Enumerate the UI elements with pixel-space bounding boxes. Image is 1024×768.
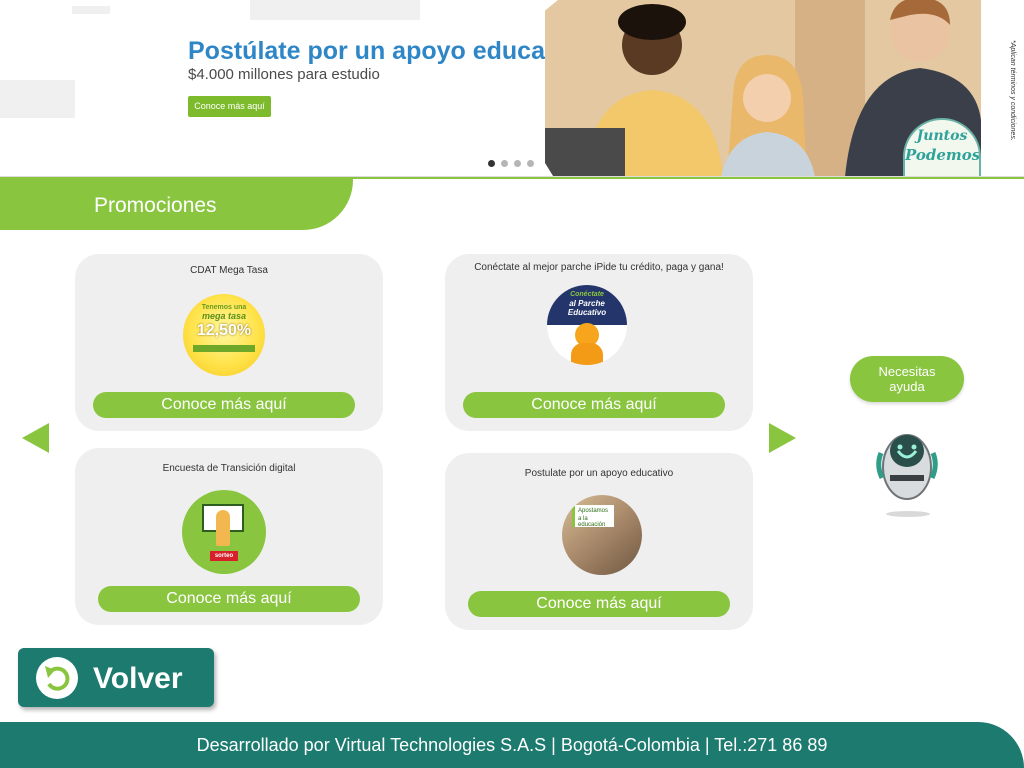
image-text: Educativo <box>567 308 607 317</box>
banner-title: Postúlate por un apoyo educativo <box>188 37 590 65</box>
person-figure <box>216 510 230 546</box>
logo-text-line2: Podemos <box>905 146 981 164</box>
terms-note: *Aplican términos y condiciones. <box>1009 40 1016 141</box>
carousel-indicators <box>488 160 534 167</box>
promo-card-image[interactable]: Conéctate al Parche Educativo <box>547 285 627 365</box>
image-badge: sorteo <box>210 551 238 561</box>
back-button[interactable]: Volver <box>18 648 214 707</box>
banner-cta-button[interactable]: Conoce más aquí <box>188 96 271 117</box>
robot-assistant-icon[interactable] <box>876 423 938 503</box>
image-text: al Parche <box>569 299 605 308</box>
mascot-body <box>571 343 603 365</box>
promo-card-button[interactable]: Conoce más aquí <box>463 392 725 418</box>
promo-card-button[interactable]: Conoce más aquí <box>98 586 360 612</box>
image-text: a la educación <box>578 516 606 528</box>
help-label-line2: ayuda <box>889 379 925 394</box>
image-rate: 12,50% <box>196 322 252 339</box>
banner-subtitle: $4.000 millones para estudio <box>188 66 380 83</box>
kiosk-screen: Postúlate por un apoyo educativo $4.000 … <box>0 0 1024 768</box>
back-button-label: Volver <box>93 662 183 695</box>
promo-card-cdat: CDAT Mega Tasa Tenemos una mega tasa 12,… <box>75 254 383 431</box>
carousel-dot-2[interactable] <box>501 160 508 167</box>
promo-card-apoyo: Postulate por un apoyo educativo Apostam… <box>445 453 753 630</box>
promo-card-button[interactable]: Conoce más aquí <box>93 392 355 418</box>
decorative-scrap <box>72 6 110 14</box>
promo-card-image[interactable]: Tenemos una mega tasa 12,50% <box>183 294 265 376</box>
help-button[interactable]: Necesitas ayuda <box>850 356 964 402</box>
promo-card-title: CDAT Mega Tasa <box>190 265 268 276</box>
promo-card-encuesta: Encuesta de Transición digital sorteo Co… <box>75 448 383 625</box>
promo-card-image[interactable]: sorteo <box>182 490 266 574</box>
promo-card-title: Postulate por un apoyo educativo <box>524 468 674 479</box>
image-band <box>193 345 255 352</box>
carousel-dot-1[interactable] <box>488 160 495 167</box>
decorative-scrap <box>250 0 420 20</box>
robot-shadow <box>886 511 930 517</box>
image-text: Tenemos una <box>201 304 247 311</box>
promo-card-title: Conéctate al mejor parche iPide tu crédi… <box>474 262 724 273</box>
image-text: mega tasa <box>201 311 247 321</box>
section-header: Promociones <box>0 177 1024 230</box>
carousel-dot-3[interactable] <box>514 160 521 167</box>
footer-credits: Desarrollado por Virtual Technologies S.… <box>196 735 828 755</box>
promo-card-parche: Conéctate al mejor parche iPide tu crédi… <box>445 254 753 431</box>
help-label-line1: Necesitas <box>878 364 936 379</box>
footer: Desarrollado por Virtual Technologies S.… <box>0 722 1024 768</box>
section-title: Promociones <box>94 194 217 217</box>
promo-card-title: Encuesta de Transición digital <box>162 463 296 474</box>
undo-arrow-icon <box>45 666 70 691</box>
section-tab: Promociones <box>0 179 353 230</box>
next-arrow-icon[interactable] <box>769 423 796 453</box>
promo-card-image[interactable]: Apostamos a la educación <box>562 495 642 575</box>
back-button-icon-wrap <box>36 657 78 699</box>
logo-text-line1: Juntos <box>916 128 968 144</box>
carousel-dot-4[interactable] <box>527 160 534 167</box>
image-text: Apostamos <box>578 508 609 514</box>
image-text: Conéctate <box>570 291 604 298</box>
previous-arrow-icon[interactable] <box>22 423 49 453</box>
hero-banner[interactable]: Postúlate por un apoyo educativo $4.000 … <box>0 0 1024 177</box>
promo-card-button[interactable]: Conoce más aquí <box>468 591 730 617</box>
decorative-scrap <box>0 80 75 118</box>
image-sign: Apostamos a la educación <box>572 505 614 528</box>
